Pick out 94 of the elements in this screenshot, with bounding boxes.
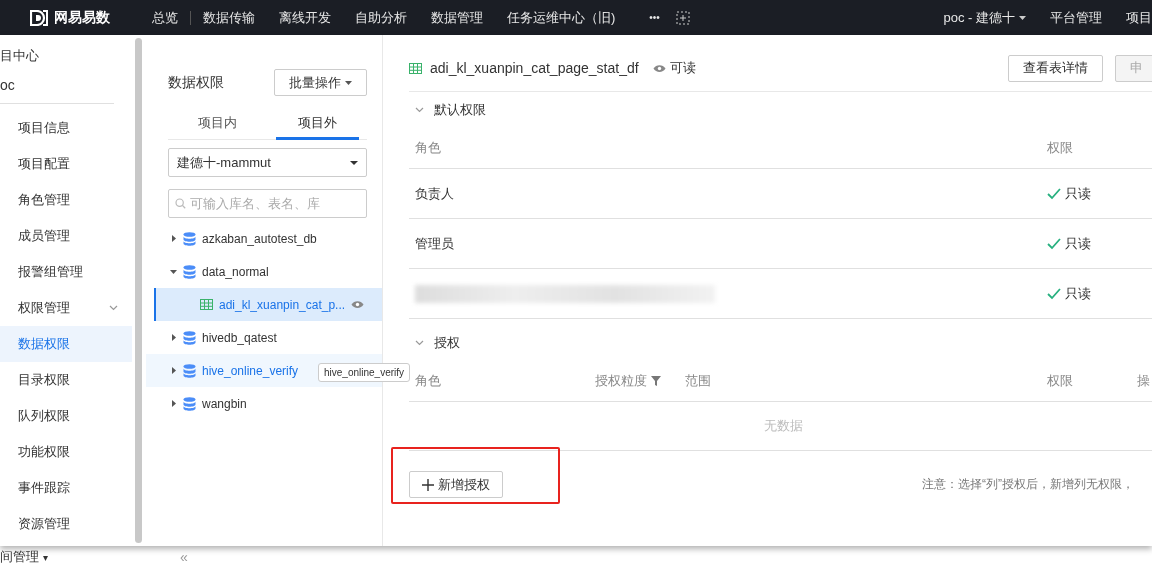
sidebar-item[interactable]: 资源管理 <box>0 506 132 542</box>
project-switcher[interactable]: poc - 建德十 <box>931 8 1038 27</box>
check-icon <box>1047 187 1061 200</box>
eye-icon <box>652 63 666 73</box>
nav-item[interactable]: 离线开发 <box>267 8 343 27</box>
tree-node[interactable]: adi_kl_xuanpin_cat_p... <box>154 288 382 321</box>
database-icon <box>183 264 196 279</box>
tree-node-label: wangbin <box>202 396 247 411</box>
nav-link[interactable]: 项目 <box>1114 8 1152 27</box>
permission-text: 只读 <box>1065 284 1091 303</box>
logo-icon <box>30 9 48 26</box>
check-icon <box>1047 287 1061 300</box>
project-name: oc <box>0 65 114 104</box>
sidebar-item[interactable]: 事件跟踪 <box>0 470 132 506</box>
tree-node[interactable]: azkaban_autotest_db <box>146 222 382 255</box>
column-header: 权限 <box>1047 372 1074 390</box>
nav-item[interactable]: 数据管理 <box>419 8 495 27</box>
nav-item[interactable]: 总览 <box>140 8 190 27</box>
table-icon <box>409 62 422 74</box>
section-title: 授权 <box>434 334 460 352</box>
table-icon <box>200 299 213 310</box>
sidebar-item[interactable]: 报警组管理 <box>0 254 132 290</box>
caret-right-icon[interactable] <box>170 334 177 341</box>
section-title: 默认权限 <box>434 101 486 119</box>
chevron-icon[interactable] <box>109 305 118 311</box>
note-text: 注意：选择“列”授权后，新增列无权限， <box>922 476 1134 493</box>
column-header: 范围 <box>685 372 712 390</box>
sidebar-title: 目中心 <box>0 47 40 65</box>
database-icon <box>183 396 196 411</box>
fullscreen-icon[interactable] <box>675 10 690 25</box>
tree-node-label: azkaban_autotest_db <box>202 231 317 246</box>
table-cell-text: 负责人 <box>415 184 455 203</box>
caret-down-icon <box>350 160 358 165</box>
sidebar-item[interactable]: 项目配置 <box>0 146 132 182</box>
plus-icon <box>422 478 434 491</box>
sidebar-subitem[interactable]: 队列权限 <box>0 398 132 434</box>
search-field[interactable]: 可输入库名、表名、库 <box>168 189 367 218</box>
nav-item[interactable]: 自助分析 <box>343 8 419 27</box>
sidebar-item[interactable]: 成员管理 <box>0 218 132 254</box>
sidebar-subitem[interactable]: 功能权限 <box>0 434 132 470</box>
caret-right-icon[interactable] <box>170 400 177 407</box>
eye-icon <box>351 300 365 309</box>
tree-node-label: data_normal <box>202 264 269 279</box>
permission-text: 只读 <box>1065 184 1091 203</box>
tab[interactable]: 项目外 <box>275 108 359 140</box>
nav-item[interactable]: 任务运维中心（旧) <box>495 8 628 27</box>
sidebar-item[interactable]: 角色管理 <box>0 182 132 218</box>
chevron-icon[interactable] <box>415 340 424 346</box>
tree-node-label: adi_kl_xuanpin_cat_p... <box>219 297 346 312</box>
column-header: 角色 <box>415 372 442 390</box>
empty-text: 无数据 <box>764 417 803 435</box>
tree-node[interactable]: data_normal <box>146 255 382 288</box>
tree-node[interactable]: hivedb_qatest <box>146 321 382 354</box>
column-header: 授权粒度 <box>595 372 685 390</box>
filter-icon[interactable] <box>651 376 661 386</box>
nav-link[interactable]: 平台管理 <box>1038 8 1114 27</box>
column-header: 权限 <box>1047 139 1074 157</box>
caret-down-icon <box>1019 15 1026 20</box>
check-icon <box>1047 237 1061 250</box>
column-header: 角色 <box>415 139 442 157</box>
table-cell-text: 管理员 <box>415 234 455 253</box>
caret-down-icon <box>345 80 352 85</box>
sidebar-item[interactable]: 项目信息 <box>0 110 132 146</box>
tree-node[interactable]: wangbin <box>146 387 382 420</box>
scrollbar[interactable] <box>135 38 142 543</box>
caret-right-icon[interactable] <box>170 235 177 242</box>
sidebar-item[interactable]: 权限管理 <box>0 290 132 326</box>
project-select[interactable]: 建德十-mammut <box>168 148 367 177</box>
access-label: 可读 <box>652 59 696 77</box>
database-icon <box>183 363 196 378</box>
caret-down-icon[interactable] <box>170 268 177 275</box>
chevron-icon[interactable] <box>415 107 424 113</box>
more-button[interactable]: ••• <box>637 12 672 23</box>
sidebar-subitem[interactable]: 目录权限 <box>0 362 132 398</box>
nav-item[interactable]: 数据传输 <box>191 8 267 27</box>
database-icon <box>183 231 196 246</box>
permission-text: 只读 <box>1065 234 1091 253</box>
brand-name: 网易易数 <box>54 8 110 27</box>
panel-title: 数据权限 <box>168 73 224 92</box>
search-icon <box>175 197 186 210</box>
caret-down-icon[interactable]: ▾ <box>43 551 49 563</box>
add-button[interactable]: 新增授权 <box>409 471 503 498</box>
action-button[interactable]: 查看表详情 <box>1008 54 1103 82</box>
menu-label[interactable]: 间管理 <box>0 548 39 566</box>
batch-button[interactable]: 批量操作 <box>274 69 367 96</box>
table-name: adi_kl_xuanpin_cat_page_stat_df <box>430 60 639 76</box>
database-icon <box>183 330 196 345</box>
tree-node-label: hive_online_verify <box>202 363 299 378</box>
column-header: 操 <box>1137 372 1151 390</box>
tooltip: hive_online_verify <box>318 363 411 382</box>
sidebar-subitem[interactable]: 数据权限 <box>0 326 132 362</box>
tree-node-label: hivedb_qatest <box>202 330 277 345</box>
tab[interactable]: 项目内 <box>176 108 260 140</box>
caret-right-icon[interactable] <box>170 367 177 374</box>
